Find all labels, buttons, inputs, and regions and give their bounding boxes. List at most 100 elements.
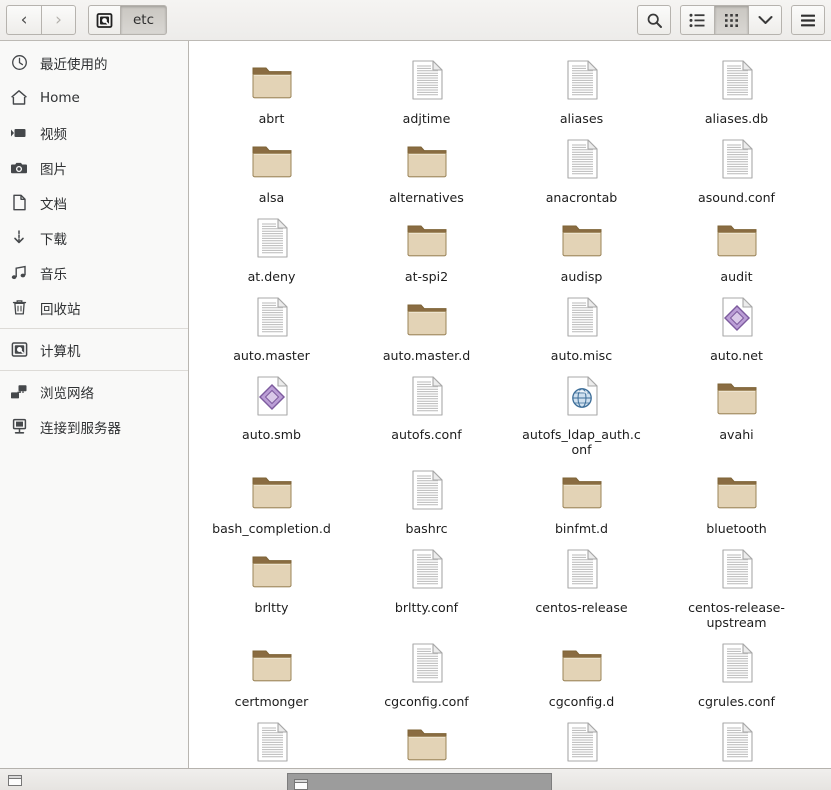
sidebar-item-label: 音乐 [40,266,67,283]
file-list-area[interactable]: abrt adjtime aliases aliases.db alsa alternat… [189,41,831,790]
folder-icon [248,545,296,593]
sidebar-item-label: 文档 [40,196,67,213]
file-name-label: cgconfig.d [548,694,615,709]
sidebar-item-recent[interactable]: 最近使用的 [0,45,188,80]
file-item[interactable]: certmonger [194,630,349,709]
view-mode-group [680,5,782,35]
folder-icon [713,214,761,262]
file-item[interactable]: at.deny [194,205,349,284]
file-name-label: alsa [258,190,285,205]
file-name-label: aliases [559,111,604,126]
desktop-taskbar[interactable] [0,768,831,790]
file-item[interactable]: at-spi2 [349,205,504,284]
file-item[interactable]: bash_completion.d [194,457,349,536]
text-icon [403,372,451,420]
file-item[interactable]: anacrontab [504,126,659,205]
home-icon [10,89,28,107]
file-name-label: cgrules.conf [698,694,775,709]
text-icon [558,545,606,593]
main-menu-button[interactable] [791,5,825,35]
sidebar-item-downloads[interactable]: 下载 [0,220,188,255]
computer-icon [10,341,28,359]
file-item[interactable]: alsa [194,126,349,205]
file-item[interactable]: cgconfig.conf [349,630,504,709]
file-item[interactable]: auto.net [659,284,814,363]
file-item[interactable]: brltty.conf [349,536,504,630]
file-item[interactable]: alternatives [349,126,504,205]
sidebar-item-videos[interactable]: 视频 [0,115,188,150]
view-options-button[interactable] [748,5,782,35]
file-item[interactable]: aliases [504,47,659,126]
sidebar-item-browse-network[interactable]: 浏览网络 [0,374,188,409]
sidebar-item-pictures[interactable]: 图片 [0,150,188,185]
text-icon [713,545,761,593]
file-item[interactable] [349,709,504,773]
folder-icon [403,214,451,262]
file-item[interactable]: autofs.conf [349,363,504,457]
file-name-label: auto.master [233,348,310,363]
search-icon [646,12,663,29]
sidebar-item-label: 连接到服务器 [40,420,121,437]
sidebar-item-documents[interactable]: 文档 [0,185,188,220]
file-item[interactable]: auto.smb [194,363,349,457]
file-item[interactable]: auto.master [194,284,349,363]
toolbar-right-group [637,5,825,35]
search-button[interactable] [637,5,671,35]
file-item[interactable]: autofs_ldap_auth.conf [504,363,659,457]
folder-icon [248,466,296,514]
file-name-label: auto.master.d [382,348,471,363]
nav-button-group: ‹ › [6,5,76,35]
file-item[interactable]: aliases.db [659,47,814,126]
chevron-down-icon [758,15,773,25]
file-item[interactable]: auto.master.d [349,284,504,363]
text-icon [713,135,761,183]
sidebar-item-computer[interactable]: 计算机 [0,332,188,367]
file-item[interactable]: bluetooth [659,457,814,536]
file-item[interactable]: asound.conf [659,126,814,205]
file-item[interactable]: binfmt.d [504,457,659,536]
file-item[interactable]: bashrc [349,457,504,536]
file-item[interactable]: audit [659,205,814,284]
file-item[interactable]: cgrules.conf [659,630,814,709]
sidebar-separator [0,328,188,329]
file-item[interactable] [659,709,814,773]
sidebar-item-music[interactable]: 音乐 [0,255,188,290]
sidebar-item-connect-server[interactable]: 连接到服务器 [0,409,188,444]
taskbar-active-window[interactable] [287,773,552,790]
list-view-button[interactable] [680,5,714,35]
text-icon [558,718,606,766]
file-item[interactable]: adjtime [349,47,504,126]
file-item[interactable]: cgconfig.d [504,630,659,709]
forward-button[interactable]: › [41,5,76,35]
text-icon [248,293,296,341]
file-item[interactable]: centos-release-upstream [659,536,814,630]
grid-view-button[interactable] [714,5,748,35]
file-item[interactable] [504,709,659,773]
file-name-label: alternatives [389,190,464,205]
file-item[interactable]: centos-release [504,536,659,630]
text-icon [558,293,606,341]
file-item[interactable]: abrt [194,47,349,126]
file-name-label: cgconfig.conf [384,694,469,709]
file-name-label: abrt [258,111,285,126]
text-icon [403,545,451,593]
sidebar-item-label: 图片 [40,161,67,178]
file-item[interactable]: avahi [659,363,814,457]
toolbar: ‹ › etc [0,0,831,41]
breadcrumb-computer-button[interactable] [88,5,120,35]
sidebar-item-home[interactable]: Home [0,80,188,115]
back-button[interactable]: ‹ [6,5,41,35]
file-item[interactable]: auto.misc [504,284,659,363]
file-name-label: certmonger [234,694,309,709]
file-item[interactable] [194,709,349,773]
file-name-label: bashrc [405,521,448,536]
file-item[interactable]: brltty [194,536,349,630]
file-name-label: avahi [719,427,754,442]
sidebar-item-trash[interactable]: 回收站 [0,290,188,325]
file-item[interactable]: audisp [504,205,659,284]
text-icon [558,56,606,104]
breadcrumb-etc-button[interactable]: etc [120,5,168,35]
file-name-label: asound.conf [698,190,775,205]
breadcrumb-etc-label: etc [133,12,155,28]
folder-icon [248,639,296,687]
